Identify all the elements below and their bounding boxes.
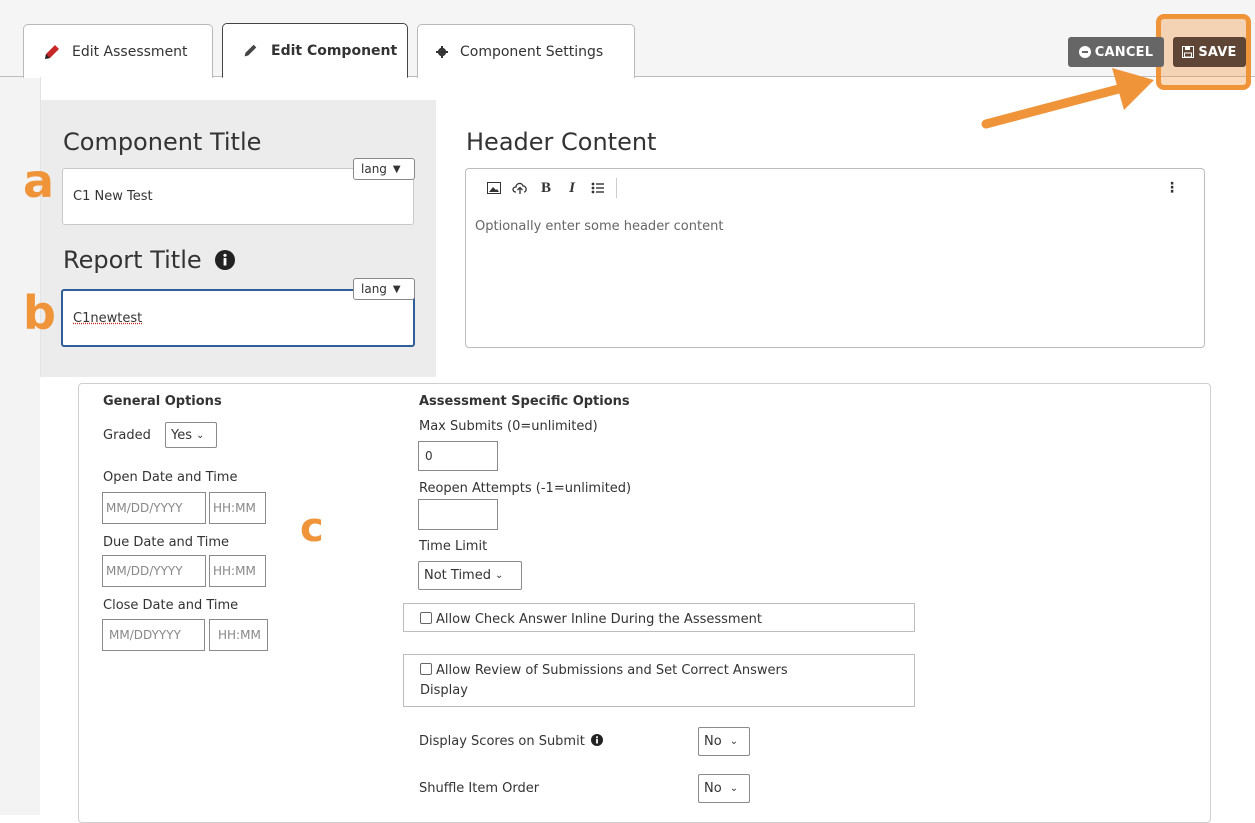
chevron-down-icon: ⌄ — [495, 570, 503, 581]
pencil-icon — [42, 42, 64, 62]
time-limit-label: Time Limit — [419, 539, 487, 554]
annotation-letter-a: a — [23, 158, 54, 204]
chevron-down-icon: ▼ — [393, 284, 401, 295]
italic-icon[interactable]: I — [560, 176, 584, 200]
close-date-input[interactable]: MM/DDYYYY — [102, 619, 205, 651]
due-time-input[interactable]: HH:MM — [209, 555, 266, 587]
chevron-down-icon: ⌄ — [196, 430, 204, 441]
close-date-label: Close Date and Time — [103, 598, 238, 613]
bold-icon[interactable]: B — [534, 176, 558, 200]
due-date-input[interactable]: MM/DD/YYYY — [102, 555, 206, 587]
editor-toolbar: B I ⋮ — [466, 169, 1204, 207]
due-date-label: Due Date and Time — [103, 535, 229, 550]
arrow-pointer-icon — [970, 60, 1170, 140]
component-title-lang-select[interactable]: lang ▼ — [353, 158, 415, 180]
chevron-down-icon: ▼ — [393, 164, 401, 175]
general-options-heading: General Options — [103, 394, 222, 409]
reopen-attempts-input[interactable] — [418, 499, 498, 530]
bullet-list-icon[interactable] — [586, 176, 610, 200]
header-content-editor[interactable]: B I ⋮ Optionally enter some header conte… — [465, 168, 1205, 348]
tab-edit-component[interactable]: Edit Component — [222, 23, 408, 78]
review-submissions-option[interactable]: Allow Review of Submissions and Set Corr… — [403, 654, 915, 707]
floppy-disk-icon — [1182, 46, 1194, 58]
max-submits-label: Max Submits (0=unlimited) — [419, 419, 598, 434]
tab-label: Edit Assessment — [72, 44, 188, 60]
cloud-upload-icon[interactable] — [508, 176, 532, 200]
chevron-down-icon: ⌄ — [730, 783, 738, 794]
report-title-heading: Report Title — [63, 246, 235, 274]
shuffle-items-select[interactable]: No ⌄ — [698, 774, 750, 803]
info-icon[interactable] — [215, 250, 235, 270]
chevron-down-icon: ⌄ — [730, 736, 738, 747]
editor-placeholder: Optionally enter some header content — [475, 219, 723, 234]
close-time-input[interactable]: HH:MM — [209, 619, 268, 651]
toolbar-separator — [616, 178, 617, 198]
review-submissions-checkbox[interactable] — [420, 663, 432, 675]
tab-edit-assessment[interactable]: Edit Assessment — [23, 24, 213, 78]
report-title-lang-select[interactable]: lang ▼ — [353, 278, 415, 300]
gear-icon — [436, 46, 452, 58]
open-time-input[interactable]: HH:MM — [209, 492, 266, 524]
assessment-options-heading: Assessment Specific Options — [419, 394, 630, 409]
graded-label: Graded — [103, 428, 151, 443]
check-answer-inline-option[interactable]: Allow Check Answer Inline During the Ass… — [403, 603, 915, 632]
image-icon[interactable] — [482, 176, 506, 200]
max-submits-input[interactable]: 0 — [418, 441, 498, 471]
display-scores-label: Display Scores on Submit — [419, 734, 603, 749]
display-scores-select[interactable]: No ⌄ — [698, 727, 750, 756]
save-button[interactable]: SAVE — [1173, 37, 1246, 67]
graded-select[interactable]: Yes ⌄ — [165, 422, 217, 448]
header-content-heading: Header Content — [466, 128, 656, 156]
annotation-letter-c: c — [300, 508, 324, 548]
minus-circle-icon — [1079, 46, 1091, 58]
open-date-input[interactable]: MM/DD/YYYY — [102, 492, 206, 524]
component-title-heading: Component Title — [63, 128, 261, 156]
info-icon[interactable] — [591, 734, 603, 746]
reopen-attempts-label: Reopen Attempts (-1=unlimited) — [419, 481, 631, 496]
tab-label: Component Settings — [460, 44, 603, 60]
tab-component-settings[interactable]: Component Settings — [417, 24, 635, 78]
pencil-icon — [241, 42, 263, 60]
time-limit-select[interactable]: Not Timed ⌄ — [418, 561, 522, 590]
tab-label: Edit Component — [271, 43, 397, 59]
more-options-icon[interactable]: ⋮ — [1160, 176, 1184, 200]
open-date-label: Open Date and Time — [103, 470, 237, 485]
annotation-letter-b: b — [23, 290, 56, 336]
shuffle-items-label: Shuffle Item Order — [419, 781, 539, 796]
check-answer-inline-checkbox[interactable] — [420, 612, 432, 624]
